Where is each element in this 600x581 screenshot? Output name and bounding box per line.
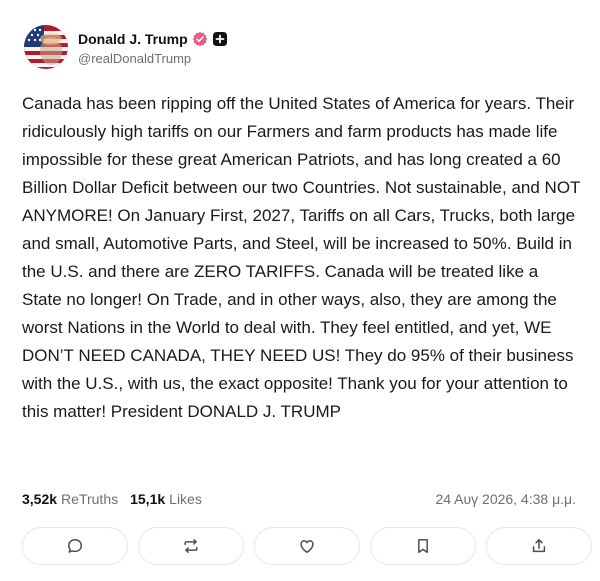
post-timestamp[interactable]: 24 Αυγ 2026, 4:38 μ.μ. (435, 491, 576, 507)
likes-label: Likes (169, 491, 202, 507)
post-card: Donald J. Trump @realDonaldTrump Canada … (0, 0, 600, 581)
bookmark-button[interactable] (370, 527, 476, 565)
author-handle[interactable]: @realDonaldTrump (78, 51, 228, 66)
bookmark-icon (418, 539, 428, 553)
likes-stat[interactable]: 15,1k Likes (130, 491, 202, 507)
retruths-stat[interactable]: 3,52k ReTruths (22, 491, 118, 507)
author-meta: Donald J. Trump @realDonaldTrump (78, 29, 228, 66)
retruth-icon (184, 539, 198, 553)
comment-icon (68, 539, 82, 553)
author-display-name[interactable]: Donald J. Trump (78, 31, 188, 47)
post-body-text: Canada has been ripping off the United S… (22, 94, 581, 421)
retruth-button[interactable] (138, 527, 244, 565)
reply-button[interactable] (22, 527, 128, 565)
retruths-count: 3,52k (22, 491, 58, 507)
avatar[interactable] (24, 25, 68, 69)
post-header: Donald J. Trump @realDonaldTrump (22, 24, 578, 70)
post-action-bar (22, 527, 592, 565)
likes-count: 15,1k (130, 491, 166, 507)
share-icon (532, 539, 546, 553)
post-stats: 3,52k ReTruths 15,1k Likes 24 Αυγ 2026, … (22, 488, 578, 510)
heart-icon (300, 540, 314, 553)
like-button[interactable] (254, 527, 360, 565)
plus-square-icon (212, 31, 228, 47)
share-button[interactable] (486, 527, 592, 565)
author-name-row: Donald J. Trump (78, 29, 228, 49)
avatar-flag-image (24, 25, 68, 69)
verified-badge-icon (192, 31, 208, 47)
retruths-label: ReTruths (61, 491, 119, 507)
